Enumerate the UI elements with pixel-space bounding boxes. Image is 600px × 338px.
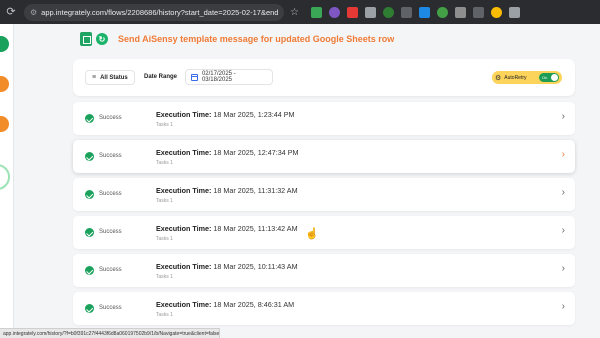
success-check-icon — [85, 304, 94, 313]
date-range-label: Date Range — [144, 74, 178, 80]
execution-row[interactable]: Success Execution Time: 18 Mar 2025, 11:… — [73, 178, 575, 211]
autoretry-control[interactable]: ⚙ AutoRetry On — [492, 71, 562, 84]
browser-extension-icon[interactable] — [310, 6, 322, 18]
execution-tasks: Tasks 1 — [156, 122, 173, 128]
date-range-value: 02/17/2025 - 03/18/2025 — [201, 71, 236, 83]
status-bar-url: app.integrately.com/history/?f=b0f391c27… — [0, 328, 220, 338]
success-check-icon — [85, 228, 94, 237]
execution-time-label: Execution Time: — [156, 262, 212, 271]
execution-time-label: Execution Time: — [156, 224, 212, 233]
filter-icon: ≡ — [92, 74, 97, 81]
execution-time-label: Execution Time: — [156, 186, 212, 195]
extensions-bar — [310, 6, 520, 18]
bookmark-star-icon[interactable]: ☆ — [290, 7, 299, 18]
address-url: app.integrately.com/flows/2208686/histor… — [41, 7, 278, 17]
autoretry-label: AutoRetry — [504, 74, 527, 81]
chevron-right-icon[interactable]: › — [562, 112, 565, 122]
execution-time: Execution Time: 18 Mar 2025, 11:31:32 AM — [156, 186, 298, 195]
step-icon-trigger[interactable] — [0, 36, 9, 52]
step-icon-action-2[interactable] — [0, 116, 9, 132]
browser-toolbar: ⟳ ⚙ app.integrately.com/flows/2208686/hi… — [0, 0, 600, 24]
execution-tasks: Tasks 1 — [156, 160, 173, 166]
success-check-icon — [85, 266, 94, 275]
execution-time-value: 18 Mar 2025, 1:23:44 PM — [213, 110, 295, 119]
success-check-icon — [85, 114, 94, 123]
execution-time-value: 18 Mar 2025, 12:47:34 PM — [213, 148, 299, 157]
execution-time-value: 18 Mar 2025, 10:11:43 AM — [213, 262, 298, 271]
google-sheets-icon — [80, 32, 92, 46]
execution-status: Success — [99, 305, 122, 311]
chevron-right-icon[interactable]: › — [562, 302, 565, 312]
execution-status: Success — [99, 229, 122, 235]
page: ↻ Send AiSensy template message for upda… — [0, 24, 600, 338]
execution-status: Success — [99, 267, 122, 273]
chevron-right-icon[interactable]: › — [562, 264, 565, 274]
browser-extension-icon[interactable] — [436, 6, 448, 18]
address-bar[interactable]: ⚙ app.integrately.com/flows/2208686/hist… — [24, 3, 284, 21]
execution-time: Execution Time: 18 Mar 2025, 11:13:42 AM — [156, 224, 298, 233]
aisensy-icon: ↻ — [96, 33, 108, 45]
success-check-icon — [85, 190, 94, 199]
chevron-right-icon[interactable]: › — [562, 188, 565, 198]
add-step-circle[interactable] — [0, 164, 10, 190]
execution-tasks: Tasks 1 — [156, 198, 173, 204]
browser-extension-icon[interactable] — [400, 6, 412, 18]
success-check-icon — [85, 152, 94, 161]
execution-row[interactable]: Success Execution Time: 18 Mar 2025, 1:2… — [73, 102, 575, 135]
execution-time-value: 18 Mar 2025, 11:13:42 AM — [213, 224, 298, 233]
flow-title-row: ↻ Send AiSensy template message for upda… — [80, 32, 394, 46]
autoretry-toggle[interactable]: On — [539, 73, 559, 82]
execution-row[interactable]: Success Execution Time: 18 Mar 2025, 10:… — [73, 254, 575, 287]
execution-time: Execution Time: 18 Mar 2025, 1:23:44 PM — [156, 110, 295, 119]
browser-extension-icon[interactable] — [364, 6, 376, 18]
execution-tasks: Tasks 1 — [156, 274, 173, 280]
gear-icon: ⚙ — [495, 74, 502, 82]
step-icon-action[interactable] — [0, 76, 9, 92]
chevron-right-icon[interactable]: › — [562, 226, 565, 236]
autoretry-toggle-label: On — [542, 75, 548, 80]
execution-time: Execution Time: 18 Mar 2025, 8:46:31 AM — [156, 300, 294, 309]
execution-time-label: Execution Time: — [156, 300, 212, 309]
browser-extension-icon[interactable] — [346, 6, 358, 18]
execution-tasks: Tasks 1 — [156, 236, 173, 242]
reload-icon[interactable]: ⟳ — [4, 5, 18, 19]
execution-row[interactable]: Success Execution Time: 18 Mar 2025, 11:… — [73, 216, 575, 249]
status-filter-label: All Status — [100, 74, 128, 81]
execution-time-value: 18 Mar 2025, 8:46:31 AM — [213, 300, 295, 309]
date-range-picker[interactable]: 02/17/2025 - 03/18/2025 — [185, 69, 273, 85]
execution-time: Execution Time: 18 Mar 2025, 10:11:43 AM — [156, 262, 298, 271]
execution-time-label: Execution Time: — [156, 110, 212, 119]
execution-row[interactable]: Success Execution Time: 18 Mar 2025, 8:4… — [73, 292, 575, 325]
site-info-icon[interactable]: ⚙ — [30, 8, 37, 17]
browser-extension-icon[interactable] — [472, 6, 484, 18]
calendar-icon — [191, 73, 198, 81]
execution-status: Success — [99, 115, 122, 121]
execution-time: Execution Time: 18 Mar 2025, 12:47:34 PM — [156, 148, 299, 157]
browser-extension-icon[interactable] — [490, 6, 502, 18]
execution-status: Success — [99, 191, 122, 197]
mouse-cursor-icon: ☝ — [305, 228, 319, 240]
browser-extension-icon[interactable] — [382, 6, 394, 18]
execution-row[interactable]: Success Execution Time: 18 Mar 2025, 12:… — [73, 140, 575, 173]
status-filter-dropdown[interactable]: ≡ All Status — [85, 70, 135, 85]
left-sidebar — [0, 24, 14, 338]
execution-time-label: Execution Time: — [156, 148, 212, 157]
filter-bar: ≡ All Status Date Range 02/17/2025 - 03/… — [73, 59, 575, 96]
browser-extension-icon[interactable] — [454, 6, 466, 18]
browser-extension-icon[interactable] — [418, 6, 430, 18]
execution-time-value: 18 Mar 2025, 11:31:32 AM — [213, 186, 298, 195]
chevron-right-icon[interactable]: › — [562, 150, 565, 160]
execution-tasks: Tasks 1 — [156, 312, 173, 318]
browser-extension-icon[interactable] — [328, 6, 340, 18]
browser-extension-icon[interactable] — [508, 6, 520, 18]
execution-status: Success — [99, 153, 122, 159]
page-title: Send AiSensy template message for update… — [118, 34, 395, 44]
